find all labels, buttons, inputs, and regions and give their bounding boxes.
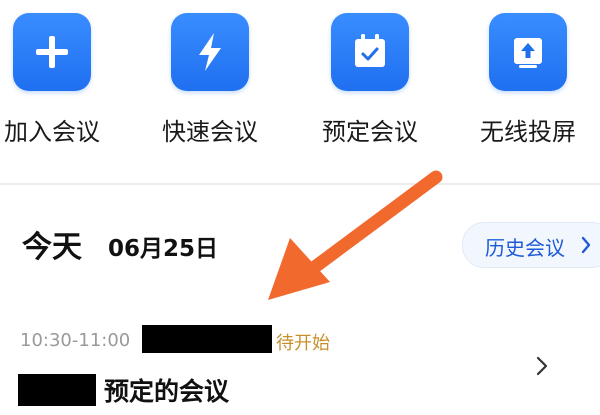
history-meetings-button[interactable]: 历史会议: [462, 222, 600, 268]
quick-meeting-button[interactable]: 快速会议: [145, 0, 275, 160]
redacted-host-name: [142, 325, 272, 353]
wireless-cast-button[interactable]: 无线投屏: [463, 0, 593, 160]
meeting-status-badge: 待开始: [276, 333, 330, 354]
schedule-meeting-label: 预定会议: [322, 118, 418, 146]
lightning-icon: [171, 13, 249, 91]
quick-meeting-label: 快速会议: [162, 118, 258, 146]
calendar-check-icon: [331, 13, 409, 91]
meeting-time: 10:30-11:00: [20, 330, 131, 351]
join-meeting-button[interactable]: 加入会议: [0, 0, 117, 160]
schedule-meeting-button[interactable]: 预定会议: [305, 0, 435, 160]
chevron-right-icon: [581, 236, 591, 254]
plus-icon: [13, 13, 91, 91]
date-label: 06月25日: [108, 236, 219, 262]
quick-actions: 加入会议 快速会议 预定会议 无线投屏: [0, 0, 600, 165]
meeting-title: 预定的会议: [104, 377, 230, 406]
history-meetings-label: 历史会议: [485, 236, 565, 260]
today-label: 今天: [22, 230, 82, 265]
screen-cast-icon: [489, 13, 567, 91]
wireless-cast-label: 无线投屏: [480, 118, 576, 146]
chevron-right-icon[interactable]: [535, 355, 549, 377]
meeting-list-item[interactable]: 10:30-11:00 待开始 预定的会议: [0, 310, 600, 415]
section-divider: [0, 183, 600, 185]
redacted-meeting-prefix: [18, 374, 96, 406]
join-meeting-label: 加入会议: [4, 118, 100, 146]
